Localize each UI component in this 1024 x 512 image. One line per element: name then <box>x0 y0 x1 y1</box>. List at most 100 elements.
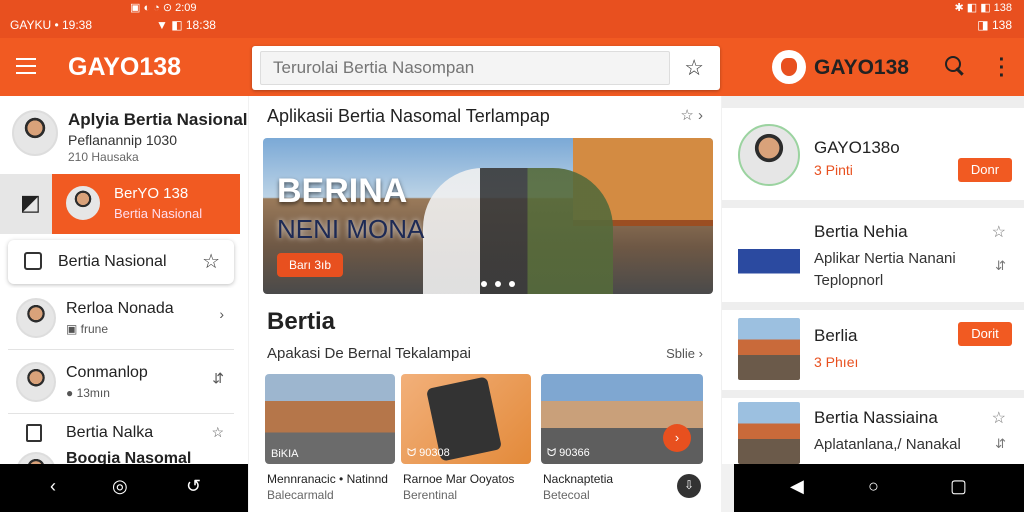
profile-card: GAYO138o 3 Pinti Donr <box>722 108 1024 200</box>
news-thumbnail <box>738 318 800 380</box>
news-thumbnail <box>738 224 800 286</box>
hero-title: BERINA <box>277 172 408 210</box>
news-sub: Aplatanlana,/ Nanakal <box>814 436 961 453</box>
list-item-sub: ▣ frune <box>66 322 109 336</box>
see-all-link[interactable]: Sblie › <box>666 346 703 361</box>
category-chip[interactable]: Bertia Nasional ☆ <box>8 240 234 284</box>
list-item-sub: ● 13mın <box>66 386 110 400</box>
avatar <box>64 184 102 222</box>
news-card[interactable]: BiKIA <box>265 374 395 464</box>
status-right: ✱ ◧ ◧ 138 <box>954 2 1012 14</box>
nav-bar-right: ◀ ○ ▢ <box>734 464 1024 512</box>
chip-label: Bertia Nasional <box>58 253 167 270</box>
list-item[interactable]: Rerloa Nonada ▣ frune › <box>8 288 234 350</box>
status-left: GAYKU • 19:38 <box>10 18 93 32</box>
brand-right-title: GAYO138 <box>814 56 909 79</box>
search-bar: ☆ <box>252 46 720 90</box>
news-sub: Aplikar Nertia Nanani <box>814 250 956 267</box>
app-bar: GAYO138 ☆ GAYO138 ··· <box>0 38 1024 96</box>
list-item[interactable]: Conmanlop ● 13mın ⇵ <box>8 352 234 414</box>
news-item[interactable]: Bertia Nassiaina Aplatanlana,/ Nanakal ☆… <box>722 398 1024 464</box>
star-icon[interactable]: ☆ <box>202 249 220 274</box>
folder-icon <box>24 252 42 270</box>
expand-icon[interactable]: ⇵ <box>212 370 224 387</box>
avatar <box>16 362 56 402</box>
hero-banner[interactable]: BERINA NENI MONA Barı 3ıb <box>263 138 713 294</box>
news-item[interactable]: Berlia 3 Phıeı Dorit <box>722 310 1024 390</box>
sort-icon[interactable]: ⇵ <box>995 436 1006 452</box>
selected-nav-item[interactable]: BerYO 138 Bertia Nasional <box>0 174 240 234</box>
profile-sub: Peflanannip 1030 <box>68 132 177 148</box>
recents-icon[interactable]: ↺ <box>186 476 201 497</box>
right-panel: GAYO138o 3 Pinti Donr Bertia Nehia Aplik… <box>722 96 1024 464</box>
profile-title: Aplyia Bertia Nasional <box>68 110 248 129</box>
profile-sub2: 210 Hausaka <box>68 150 139 164</box>
back-icon[interactable]: ‹ <box>50 476 56 497</box>
back-icon[interactable]: ◀ <box>790 476 804 497</box>
news-card[interactable]: ᗢ 90366 › <box>541 374 703 464</box>
sort-icon[interactable]: ⇵ <box>995 258 1006 274</box>
more-vert-icon[interactable]: · · · <box>995 50 1009 86</box>
avatar <box>16 452 56 464</box>
clipboard-icon <box>26 424 42 442</box>
star-icon[interactable]: ☆ <box>992 222 1006 242</box>
card-caption: Rarnoe Mar Ooyatos <box>403 472 515 486</box>
star-icon[interactable]: ☆ <box>211 424 224 441</box>
list-item-title: Bertia Nalka <box>66 424 154 441</box>
card-badge: ᗢ 90366 <box>547 447 590 459</box>
see-all-label: Sblie <box>666 346 696 361</box>
news-sub2: Teplopnorl <box>814 272 884 289</box>
card-caption-sub: Betecoal <box>543 488 590 502</box>
menu-icon[interactable] <box>16 58 36 74</box>
action-button[interactable]: Dorit <box>958 322 1012 346</box>
home-icon[interactable]: ○ <box>868 476 879 497</box>
play-icon[interactable]: › <box>663 424 691 452</box>
news-title: Berlia <box>814 326 858 345</box>
list-item-title: Boogia Nasomal <box>66 450 192 464</box>
news-thumbnail <box>738 402 800 464</box>
card-caption: Mennranacic • Natinnd <box>267 472 388 486</box>
avatar <box>12 110 58 156</box>
search-icon[interactable] <box>945 56 965 76</box>
news-meta: 3 Phıeı <box>814 354 859 370</box>
status-center-top: ▣ ◐ ◔ ⊙ 2:09 <box>130 2 197 14</box>
status-bar: GAYKU • 19:38 ▣ ◐ ◔ ⊙ 2:09 ▼ ◧ 18:38 ✱ ◧… <box>0 0 1024 38</box>
left-panel: Aplyia Bertia Nasional Peflanannip 1030 … <box>0 96 248 464</box>
search-input[interactable] <box>260 51 670 85</box>
profile-name: GAYO138o <box>814 138 900 157</box>
card-caption: Nacknaptetia <box>543 472 614 486</box>
home-icon[interactable]: ◎ <box>112 476 128 497</box>
bookmark-icon[interactable]: ☆ › <box>680 106 703 124</box>
main-content: Aplikasii Bertia Nasomal Terlampap ☆ › B… <box>249 96 721 512</box>
star-icon[interactable]: ☆ <box>992 408 1006 428</box>
list-item-title: Rerloa Nonada <box>66 300 174 317</box>
news-item[interactable]: Bertia Nehia Aplikar Nertia Nanani Teplo… <box>722 208 1024 302</box>
carousel-dots[interactable] <box>481 274 523 292</box>
nav-bar-left: ‹ ◎ ↺ <box>0 464 248 512</box>
avatar <box>738 124 800 186</box>
section-title: Bertia <box>267 308 336 335</box>
news-card[interactable]: ᗢ 90308 <box>401 374 531 464</box>
avatar <box>16 298 56 338</box>
star-icon[interactable]: ☆ <box>684 55 704 81</box>
list-item[interactable]: Boogia Nasomal <box>8 450 234 464</box>
selected-sub: Bertia Nasional <box>114 206 203 221</box>
card-caption-sub: Berentinal <box>403 488 458 502</box>
hero-button[interactable]: Barı 3ıb <box>277 253 343 277</box>
download-icon[interactable]: ⇩ <box>677 474 701 498</box>
app-title: GAYO138 <box>68 53 182 81</box>
page-title: Aplikasii Bertia Nasomal Terlampap <box>267 106 550 126</box>
chevron-right-icon: › <box>219 306 224 322</box>
news-title: Bertia Nassiaina <box>814 408 938 427</box>
brand-logo <box>772 50 806 84</box>
list-item-title: Conmanlop <box>66 364 148 381</box>
section-subtitle: Apakasi De Bernal Tekalampai <box>267 345 472 362</box>
status-right-bottom: ◨ 138 <box>977 18 1012 32</box>
card-badge: ᗢ 90308 <box>407 447 450 459</box>
status-center: ▼ ◧ 18:38 <box>156 18 216 32</box>
news-title: Bertia Nehia <box>814 222 908 241</box>
follow-button[interactable]: Donr <box>958 158 1012 182</box>
hero-subtitle: NENI MONA <box>277 214 425 244</box>
recents-icon[interactable]: ▢ <box>950 476 967 497</box>
profile-meta: 3 Pinti <box>814 162 853 178</box>
